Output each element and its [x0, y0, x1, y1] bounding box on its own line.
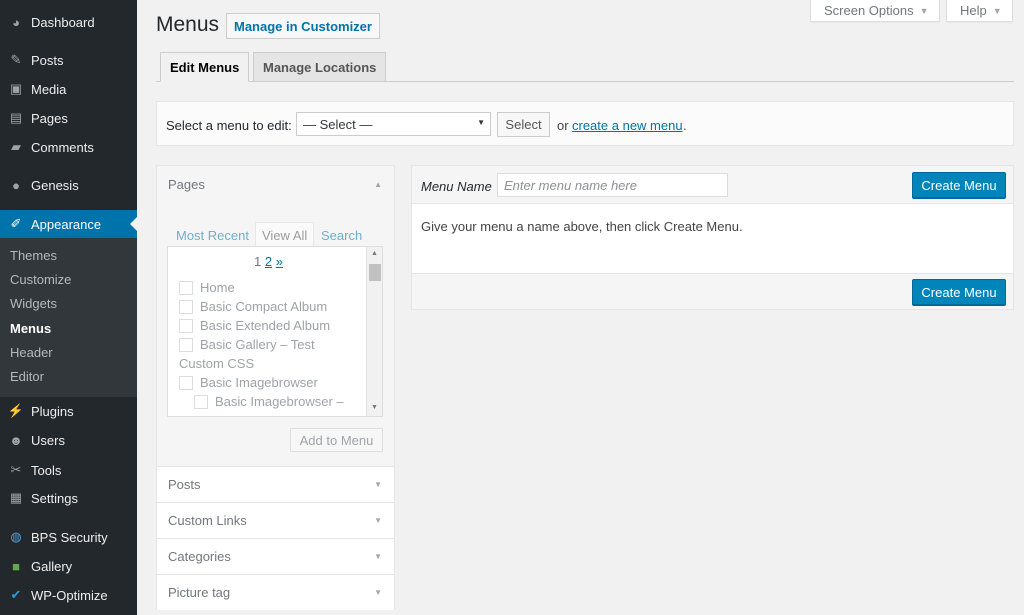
page-checkbox[interactable]: [179, 337, 193, 352]
add-to-menu-button[interactable]: Add to Menu: [290, 428, 383, 452]
pages-checklist: 1 2 » Home Basic Compact Album Basic Ext…: [167, 246, 383, 417]
sidebar-item-plugins[interactable]: ⚡ Plugins: [0, 397, 137, 425]
globe-icon: ◍: [10, 529, 22, 544]
expand-arrow-icon: ▼: [374, 480, 382, 489]
list-item: Basic Extended Album: [179, 318, 330, 333]
settings-icon: ▦: [9, 490, 23, 505]
admin-sidebar: ◕ Dashboard ✎ Posts ▣ Media ▤ Pages ▰ Comment…: [0, 0, 137, 615]
dashboard-icon: ◕: [12, 14, 20, 30]
accordion-posts-header[interactable]: Posts ▼: [157, 466, 394, 502]
sidebar-item-posts[interactable]: ✎ Posts: [0, 46, 137, 74]
sidebar-item-settings[interactable]: ▦ Settings: [0, 484, 137, 512]
expand-arrow-icon: ▼: [374, 516, 382, 525]
create-new-menu-link[interactable]: create a new menu: [572, 118, 683, 133]
scrollbar[interactable]: ▲ ▼: [366, 247, 382, 416]
select-menu-bar: Select a menu to edit: — Select — ▼ Sele…: [156, 101, 1014, 146]
sidebar-item-users[interactable]: ☻ Users: [0, 426, 137, 454]
manage-in-customizer-button[interactable]: Manage in Customizer: [226, 13, 380, 39]
page-current: 1: [254, 254, 262, 269]
menu-footer: Create Menu: [412, 273, 1013, 309]
sidebar-item-wp-optimize[interactable]: ✔ WP-Optimize: [0, 581, 137, 609]
menu-edit-panel: Menu Name Create Menu Give your menu a n…: [411, 165, 1014, 310]
gallery-icon: ■: [12, 558, 20, 574]
page-checkbox[interactable]: [179, 299, 193, 314]
media-icon: ▣: [9, 81, 23, 96]
scroll-up-icon[interactable]: ▲: [371, 250, 378, 257]
sidebar-item-comments[interactable]: ▰ Comments: [0, 133, 137, 161]
create-menu-button[interactable]: Create Menu: [912, 172, 1006, 198]
genesis-icon: ●: [12, 177, 20, 193]
pages-icon: ▤: [9, 110, 23, 125]
expand-arrow-icon: ▼: [374, 588, 382, 597]
page-checkbox[interactable]: [179, 280, 193, 295]
sidebar-item-gallery[interactable]: ■ Gallery: [0, 552, 137, 580]
list-item: Basic Imagebrowser –: [194, 394, 344, 409]
period-text: .: [683, 118, 687, 133]
brush-icon: ✐: [10, 216, 22, 231]
tab-view-all[interactable]: View All: [255, 222, 315, 248]
instruction-text: Give your menu a name above, then click …: [421, 219, 743, 234]
sidebar-item-genesis[interactable]: ● Genesis: [0, 171, 137, 199]
page-checkbox[interactable]: [179, 375, 193, 390]
submenu-menus[interactable]: Menus: [10, 321, 51, 336]
menu-header: Menu Name Create Menu: [412, 166, 1013, 204]
pages-panel: Most Recent View All Search 1 2 » Home B…: [157, 202, 394, 466]
wrench-icon: ✂: [10, 462, 22, 477]
pin-icon: ✎: [10, 52, 22, 67]
submenu-header[interactable]: Header: [10, 345, 53, 360]
menu-items-accordion: Pages ▲ Most Recent View All Search 1 2 …: [156, 165, 395, 610]
scroll-down-icon[interactable]: ▼: [371, 404, 378, 411]
menu-select-dropdown[interactable]: — Select — ▼: [296, 112, 491, 136]
comment-icon: ▰: [11, 139, 21, 154]
page-link-2[interactable]: 2: [265, 254, 272, 269]
sidebar-item-pages[interactable]: ▤ Pages: [0, 104, 137, 132]
check-circle-icon: ✔: [10, 587, 22, 602]
list-item: Home: [179, 280, 235, 295]
menu-name-label: Menu Name: [421, 179, 492, 194]
tab-manage-locations[interactable]: Manage Locations: [253, 52, 387, 82]
sidebar-item-media[interactable]: ▣ Media: [0, 75, 137, 103]
dropdown-arrow-icon: ▼: [477, 118, 485, 127]
expand-arrow-icon: ▼: [374, 552, 382, 561]
accordion-pages-header[interactable]: Pages ▲: [157, 166, 394, 202]
list-item: Basic Compact Album: [179, 299, 327, 314]
pagination: 1 2 »: [254, 254, 283, 269]
submenu-editor[interactable]: Editor: [10, 369, 44, 384]
collapse-arrow-icon: ▲: [374, 179, 382, 189]
submenu-widgets[interactable]: Widgets: [10, 296, 57, 311]
create-menu-button-bottom[interactable]: Create Menu: [912, 279, 1006, 305]
list-item: Basic Imagebrowser: [179, 375, 318, 390]
sidebar-item-dashboard[interactable]: ◕ Dashboard: [0, 8, 137, 36]
sidebar-item-bps-security[interactable]: ◍ BPS Security: [0, 523, 137, 551]
list-item: Basic Gallery – Test: [179, 337, 315, 352]
page-checkbox[interactable]: [179, 318, 193, 333]
sidebar-item-tools[interactable]: ✂ Tools: [0, 456, 137, 484]
appearance-submenu: Themes Customize Widgets Menus Header Ed…: [0, 238, 137, 397]
submenu-themes[interactable]: Themes: [10, 248, 57, 263]
submenu-customize[interactable]: Customize: [10, 272, 71, 287]
tab-search[interactable]: Search: [315, 222, 368, 248]
user-icon: ☻: [9, 432, 23, 448]
tab-edit-menus[interactable]: Edit Menus: [160, 52, 250, 82]
page-checkbox[interactable]: [194, 394, 208, 409]
or-text: or: [557, 118, 569, 133]
tab-most-recent[interactable]: Most Recent: [170, 222, 255, 248]
screen-options-button[interactable]: Screen Options ▼: [810, 0, 940, 22]
accordion-categories-header[interactable]: Categories ▼: [157, 538, 394, 574]
caret-down-icon: ▼: [992, 5, 1002, 16]
caret-down-icon: ▼: [919, 5, 929, 16]
accordion-custom-links-header[interactable]: Custom Links ▼: [157, 502, 394, 538]
menu-name-input[interactable]: [497, 173, 728, 197]
help-button[interactable]: Help ▼: [946, 0, 1013, 22]
page-title: Menus: [156, 13, 220, 36]
list-item: Custom CSS: [179, 356, 255, 371]
select-menu-label: Select a menu to edit:: [166, 118, 292, 133]
page-link-next[interactable]: »: [276, 254, 283, 269]
sidebar-item-appearance[interactable]: ✐ Appearance: [0, 210, 137, 238]
plug-icon: ⚡: [7, 403, 25, 418]
scroll-thumb[interactable]: [369, 264, 381, 281]
select-button[interactable]: Select: [497, 112, 550, 137]
accordion-picture-tag-header[interactable]: Picture tag ▼: [157, 574, 394, 610]
